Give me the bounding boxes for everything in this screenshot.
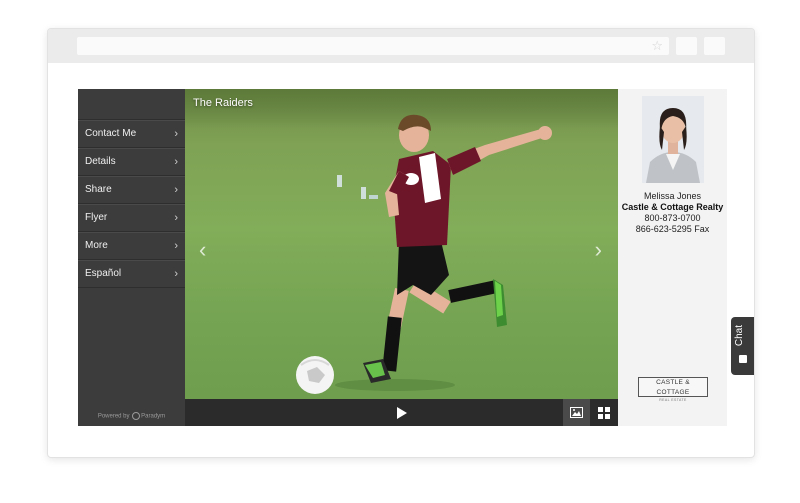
chevron-right-icon: ›	[174, 240, 178, 252]
slideshow-photo[interactable]: The Raiders ‹ ›	[185, 89, 618, 399]
address-bar[interactable]: ☆	[77, 37, 669, 55]
company-logo-sub: REAL ESTATE	[659, 398, 687, 402]
paradym-logo-icon	[132, 412, 141, 420]
agent-panel: Melissa Jones Castle & Cottage Realty 80…	[618, 89, 727, 426]
left-sidebar: Contact Me › Details › Share › Flyer › M…	[78, 89, 185, 426]
agent-fax: 866-623-5295 Fax	[635, 224, 710, 234]
grid-icon	[597, 406, 610, 419]
sidebar-item-details[interactable]: Details ›	[78, 148, 185, 176]
browser-window: ☆ Contact Me › Details › Share › Flyer ›	[47, 28, 755, 458]
chevron-left-icon[interactable]: ‹	[199, 239, 206, 261]
chat-bubble-icon	[739, 355, 747, 363]
sidebar-header	[78, 89, 185, 120]
agent-name: Melissa Jones	[643, 191, 702, 201]
sidebar-item-flyer[interactable]: Flyer ›	[78, 204, 185, 232]
chevron-right-icon: ›	[174, 156, 178, 168]
sidebar-item-share[interactable]: Share ›	[78, 176, 185, 204]
slideshow-title: The Raiders	[193, 97, 253, 109]
chevron-right-icon[interactable]: ›	[595, 239, 602, 261]
photo-view-button[interactable]	[563, 399, 590, 426]
chevron-right-icon: ›	[174, 128, 178, 140]
browser-button[interactable]	[704, 37, 725, 55]
chat-tab[interactable]: Chat	[731, 317, 754, 375]
sidebar-item-more[interactable]: More ›	[78, 232, 185, 260]
agent-headshot-image	[642, 96, 704, 183]
slideshow-controls	[185, 399, 618, 426]
sidebar-item-label: Details	[85, 156, 116, 167]
sidebar-item-espanol[interactable]: Español ›	[78, 260, 185, 288]
sidebar-item-label: Flyer	[85, 212, 108, 223]
listing-viewer: Contact Me › Details › Share › Flyer › M…	[78, 89, 754, 426]
sidebar-item-contact-me[interactable]: Contact Me ›	[78, 120, 185, 148]
image-icon	[570, 407, 583, 418]
agent-company: Castle & Cottage Realty	[621, 202, 724, 212]
grid-view-button[interactable]	[590, 399, 617, 426]
company-logo[interactable]: CASTLE & COTTAGE REAL ESTATE	[638, 377, 708, 402]
agent-photo[interactable]	[642, 96, 704, 183]
browser-button[interactable]	[676, 37, 697, 55]
star-icon[interactable]: ☆	[651, 38, 663, 54]
browser-toolbar: ☆	[48, 29, 754, 63]
chevron-right-icon: ›	[174, 212, 178, 224]
powered-by-label: Powered by	[97, 413, 130, 420]
powered-by-brand: Paradym	[141, 413, 166, 420]
soccer-player-image	[296, 114, 552, 394]
sidebar-item-label: Share	[85, 184, 112, 195]
sidebar-item-label: Español	[85, 268, 122, 279]
chevron-right-icon: ›	[174, 184, 178, 196]
sidebar-item-label: More	[85, 240, 108, 251]
sidebar-item-label: Contact Me	[85, 128, 137, 139]
agent-phone[interactable]: 800-873-0700	[618, 213, 727, 224]
chat-label: Chat	[734, 325, 745, 347]
agent-info: Melissa Jones Castle & Cottage Realty 80…	[618, 191, 727, 235]
company-logo-main: CASTLE & COTTAGE	[656, 379, 690, 396]
play-icon[interactable]	[393, 405, 409, 421]
chevron-right-icon: ›	[174, 268, 178, 280]
powered-by[interactable]: Powered by Paradym	[78, 412, 185, 420]
